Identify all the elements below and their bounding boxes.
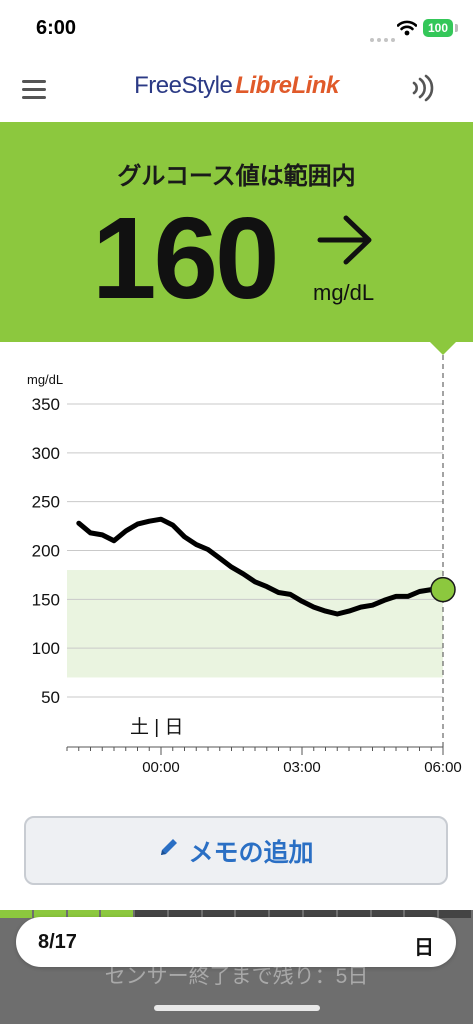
x-tick-label: 06:00: [424, 759, 462, 776]
glucose-status: グルコース値は範囲内: [117, 163, 356, 190]
glucose-value: 160: [92, 193, 280, 323]
date-label: 8/17: [38, 931, 77, 953]
home-indicator: [154, 1005, 320, 1011]
glucose-chart[interactable]: mg/dL 350 300 250 200 150 100 50 土 | 日 00:00 03:00…: [0, 355, 473, 795]
sensor-day-segment: [0, 910, 32, 918]
app-logo: FreeStyle LibreLink: [0, 72, 473, 100]
logo-librelink: LibreLink: [235, 72, 339, 99]
status-time: 6:00: [36, 17, 77, 39]
target-range-band: [67, 570, 443, 678]
y-tick-label: 150: [32, 590, 60, 609]
glucose-panel: グルコース値は範囲内 160 mg/dL: [0, 122, 473, 342]
y-tick-label: 350: [32, 395, 60, 414]
panel-pointer: [429, 341, 457, 355]
current-reading-marker: [430, 576, 456, 603]
x-tick-label: 03:00: [283, 759, 321, 776]
y-axis-label: mg/dL: [27, 372, 63, 387]
day-label: 日: [414, 937, 434, 959]
y-tick-label: 250: [32, 493, 60, 512]
battery-icon: 100: [423, 19, 453, 37]
battery-tip: [455, 24, 458, 32]
status-bar: 6:00 100: [0, 0, 473, 58]
app-header: FreeStyle LibreLink: [0, 58, 473, 122]
nfc-scan-icon[interactable]: [410, 74, 442, 107]
glucose-unit: mg/dL: [313, 280, 375, 305]
y-tick-label: 300: [32, 444, 60, 463]
cellular-signal-icon: [370, 29, 398, 47]
right-arrow-icon: [316, 212, 376, 273]
y-tick-label: 100: [32, 639, 60, 658]
x-tick-label: 00:00: [142, 759, 180, 776]
add-note-label: メモの追加: [188, 838, 314, 867]
y-tick-label: 50: [41, 688, 60, 707]
day-divider-label: 土 | 日: [130, 716, 184, 738]
pencil-icon: [158, 836, 180, 865]
y-tick-label: 200: [32, 542, 60, 561]
add-note-button[interactable]: メモの追加: [24, 816, 448, 885]
date-bar[interactable]: 8/17 日: [16, 917, 456, 967]
wifi-icon: [396, 20, 418, 41]
logo-freestyle: FreeStyle: [134, 72, 233, 99]
sensor-day-segment: [439, 910, 471, 918]
